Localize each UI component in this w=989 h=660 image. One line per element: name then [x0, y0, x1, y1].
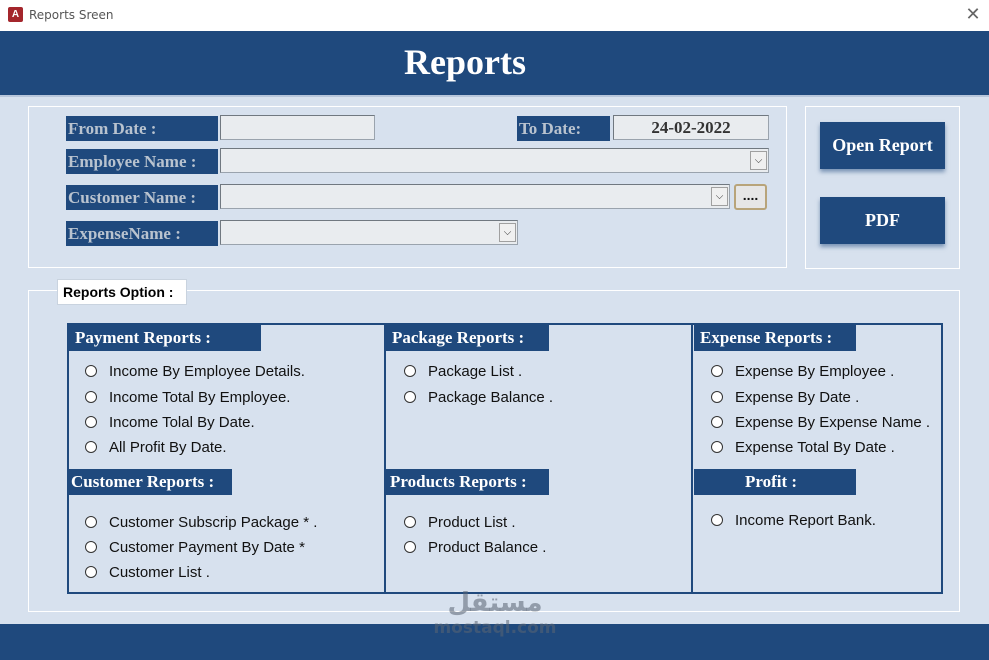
radio-circle[interactable] — [404, 541, 416, 553]
radio-label: Product List . — [428, 513, 516, 531]
radio-package-balance[interactable]: Package Balance . — [404, 388, 553, 406]
column-divider — [384, 323, 386, 594]
radio-label: Customer List . — [109, 563, 210, 581]
window-titlebar: A Reports Sreen ✕ — [0, 0, 989, 31]
radio-label: Package List . — [428, 362, 523, 380]
radio-circle[interactable] — [711, 514, 723, 526]
expense-name-label: ExpenseName : — [66, 221, 218, 246]
radio-circle[interactable] — [85, 516, 97, 528]
header-banner: Reports — [0, 31, 989, 97]
radio-product-balance[interactable]: Product Balance . — [404, 538, 546, 556]
customer-name-label: Customer Name : — [66, 185, 218, 210]
employee-name-combo[interactable]: ⌵ — [220, 148, 769, 173]
radio-customer-subscrip-package[interactable]: Customer Subscrip Package * . — [85, 513, 317, 531]
radio-circle[interactable] — [85, 365, 97, 377]
close-icon[interactable]: ✕ — [962, 4, 984, 26]
customer-browse-button[interactable]: .... — [734, 184, 767, 210]
radio-circle[interactable] — [85, 416, 97, 428]
radio-label: Expense By Employee . — [735, 362, 895, 380]
watermark-arabic: مستقل — [447, 588, 543, 618]
radio-label: Customer Subscrip Package * . — [109, 513, 318, 531]
radio-label: Income Tolal By Date. — [109, 413, 255, 431]
radio-circle[interactable] — [85, 391, 97, 403]
to-date-label: To Date: — [517, 116, 610, 141]
watermark-logo: مستقل mostaql.com — [433, 588, 557, 638]
from-date-field[interactable] — [220, 115, 375, 140]
payment-reports-title: Payment Reports : — [69, 325, 261, 351]
profit-title: Profit : — [694, 469, 856, 495]
reports-option-label: Reports Option : — [57, 279, 187, 305]
column-divider — [691, 323, 693, 594]
radio-circle[interactable] — [85, 566, 97, 578]
to-date-field[interactable]: 24-02-2022 — [613, 115, 769, 140]
expense-reports-title: Expense Reports : — [694, 325, 856, 351]
radio-circle[interactable] — [711, 441, 723, 453]
radio-expense-by-date[interactable]: Expense By Date . — [711, 388, 859, 406]
to-date-value: 24-02-2022 — [651, 118, 731, 137]
radio-income-total-by-employee[interactable]: Income Total By Employee. — [85, 388, 290, 406]
chevron-down-icon[interactable]: ⌵ — [711, 187, 728, 206]
radio-circle[interactable] — [85, 541, 97, 553]
radio-income-report-bank[interactable]: Income Report Bank. — [711, 511, 876, 529]
radio-circle[interactable] — [85, 441, 97, 453]
radio-customer-payment-by-date[interactable]: Customer Payment By Date * — [85, 538, 305, 556]
products-reports-title: Products Reports : — [386, 469, 549, 495]
radio-circle[interactable] — [404, 516, 416, 528]
access-app-icon: A — [8, 7, 23, 22]
radio-label: Product Balance . — [428, 538, 547, 556]
radio-circle[interactable] — [711, 391, 723, 403]
chevron-down-icon[interactable]: ⌵ — [499, 223, 516, 242]
radio-circle[interactable] — [711, 365, 723, 377]
pdf-button[interactable]: PDF — [820, 197, 945, 244]
radio-label: Customer Payment By Date * — [109, 538, 305, 556]
radio-income-total-by-date[interactable]: Income Tolal By Date. — [85, 413, 255, 431]
radio-circle[interactable] — [404, 391, 416, 403]
radio-label: Expense Total By Date . — [735, 438, 895, 456]
expense-name-combo[interactable]: ⌵ — [220, 220, 518, 245]
radio-label: Expense By Expense Name . — [735, 413, 931, 431]
from-date-label: From Date : — [66, 116, 218, 141]
radio-product-list[interactable]: Product List . — [404, 513, 516, 531]
page-title: Reports — [404, 42, 526, 82]
radio-customer-list[interactable]: Customer List . — [85, 563, 210, 581]
radio-income-by-employee-details[interactable]: Income By Employee Details. — [85, 362, 305, 380]
radio-label: Income Total By Employee. — [109, 388, 291, 406]
radio-label: Income Report Bank. — [735, 511, 876, 529]
radio-all-profit-by-date[interactable]: All Profit By Date. — [85, 438, 227, 456]
radio-circle[interactable] — [404, 365, 416, 377]
window-title: Reports Sreen — [29, 8, 114, 22]
watermark-latin: mostaql.com — [433, 618, 557, 638]
radio-label: Income By Employee Details. — [109, 362, 305, 380]
from-date-value — [221, 116, 374, 139]
customer-reports-title: Customer Reports : — [69, 469, 232, 495]
chevron-down-icon[interactable]: ⌵ — [750, 151, 767, 170]
radio-expense-by-expense-name[interactable]: Expense By Expense Name . — [711, 413, 930, 431]
radio-expense-by-employee[interactable]: Expense By Employee . — [711, 362, 894, 380]
radio-package-list[interactable]: Package List . — [404, 362, 522, 380]
open-report-button[interactable]: Open Report — [820, 122, 945, 169]
radio-label: Package Balance . — [428, 388, 554, 406]
radio-label: All Profit By Date. — [109, 438, 227, 456]
radio-expense-total-by-date[interactable]: Expense Total By Date . — [711, 438, 895, 456]
radio-circle[interactable] — [711, 416, 723, 428]
employee-name-label: Employee Name : — [66, 149, 218, 174]
radio-label: Expense By Date . — [735, 388, 860, 406]
package-reports-title: Package Reports : — [386, 325, 549, 351]
customer-name-combo[interactable]: ⌵ — [220, 184, 730, 209]
